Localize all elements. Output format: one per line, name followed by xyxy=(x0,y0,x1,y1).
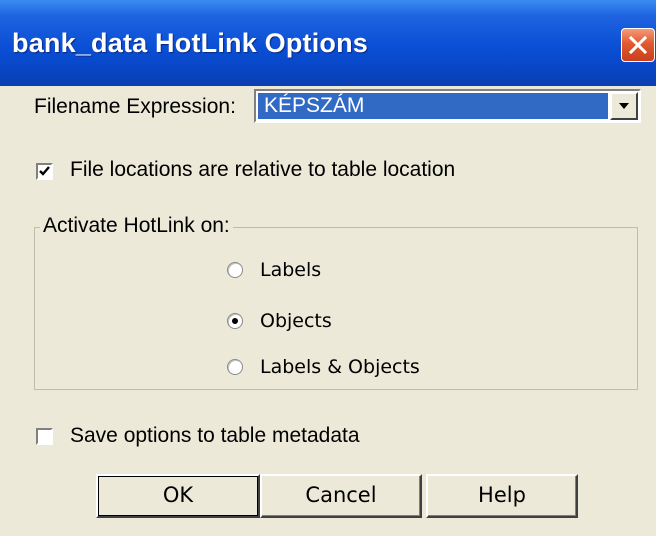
title-bar[interactable]: bank_data HotLink Options xyxy=(0,0,656,86)
relative-location-label: File locations are relative to table loc… xyxy=(70,158,456,181)
cancel-button[interactable]: Cancel xyxy=(260,474,422,518)
chevron-down-icon xyxy=(619,103,629,109)
dropdown-button[interactable] xyxy=(610,92,638,120)
ok-button[interactable]: OK xyxy=(96,474,260,518)
activate-hotlink-legend: Activate HotLink on: xyxy=(40,214,233,238)
radio-labels-label: Labels xyxy=(260,259,322,281)
radio-selected-dot xyxy=(232,318,238,324)
filename-expression-label: Filename Expression: xyxy=(34,95,236,118)
checkmark-icon xyxy=(39,166,50,176)
radio-objects-label: Objects xyxy=(260,310,332,332)
radio-labels-objects-label: Labels & Objects xyxy=(260,356,420,378)
radio-objects[interactable] xyxy=(227,313,243,329)
close-button[interactable] xyxy=(621,28,655,62)
filename-expression-dropdown[interactable]: KÉPSZÁM xyxy=(254,89,641,123)
radio-labels-objects[interactable] xyxy=(227,359,243,375)
save-metadata-label: Save options to table metadata xyxy=(70,424,360,447)
relative-location-checkbox[interactable] xyxy=(36,163,53,180)
window-title: bank_data HotLink Options xyxy=(12,28,369,58)
save-metadata-checkbox[interactable] xyxy=(36,428,53,445)
help-button[interactable]: Help xyxy=(426,474,578,518)
radio-labels[interactable] xyxy=(227,262,243,278)
filename-expression-value: KÉPSZÁM xyxy=(258,93,608,119)
close-icon xyxy=(629,36,647,54)
